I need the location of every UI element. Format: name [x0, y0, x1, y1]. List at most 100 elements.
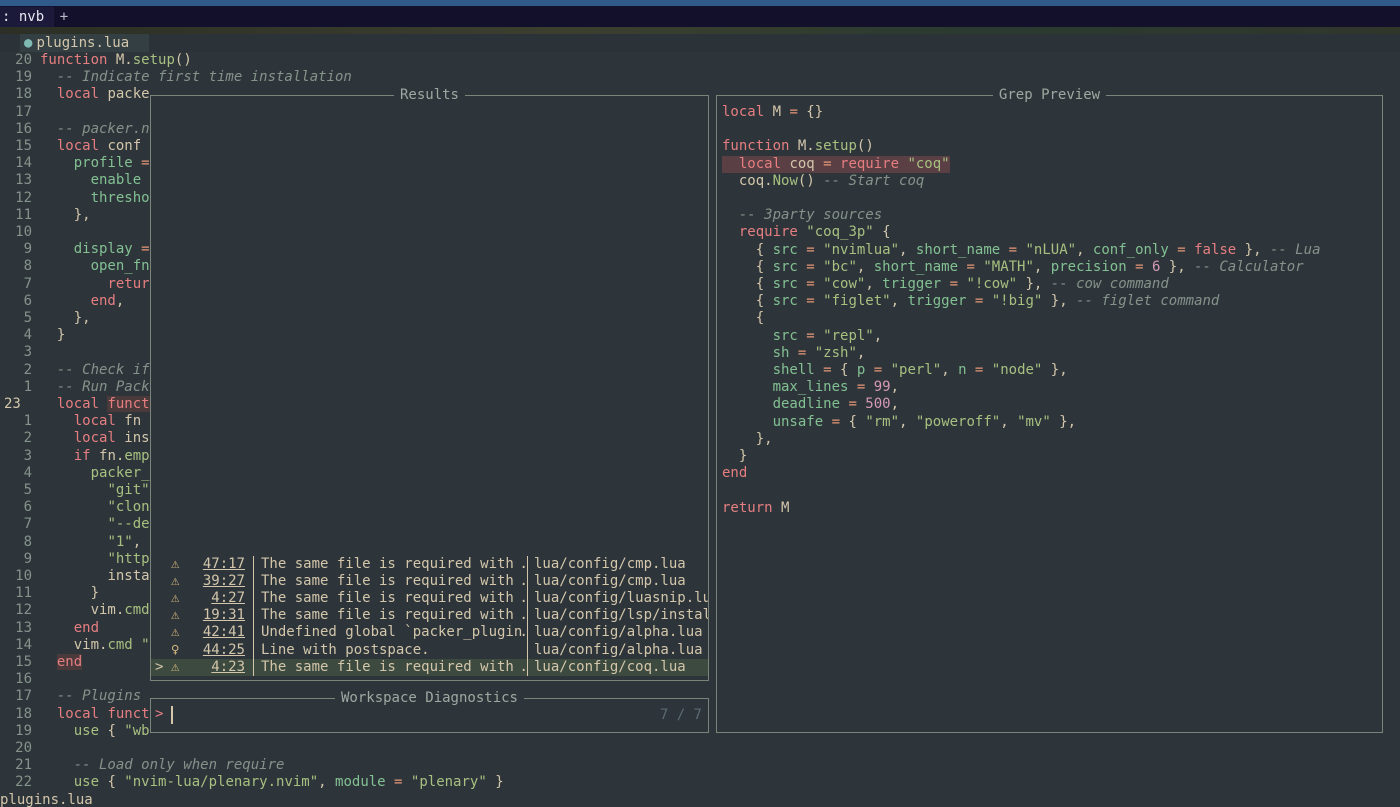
line-number: 12 [0, 602, 36, 619]
code-token: "mv" [1017, 414, 1051, 430]
code-token: Now [773, 173, 798, 189]
code-token [40, 516, 107, 532]
code-token: precision [1051, 259, 1135, 275]
column-separator [253, 556, 254, 573]
code-token [40, 465, 91, 481]
code-token: , [1000, 414, 1017, 430]
code-token [40, 534, 107, 550]
editor-line[interactable]: 20 [0, 740, 1400, 757]
preview-line: { src = "figlet", trigger = "!big" }, --… [722, 293, 1219, 310]
line-number: 9 [0, 241, 36, 258]
line-number: 17 [0, 104, 36, 121]
code-token [722, 362, 773, 378]
result-file: lua/config/alpha.lua [534, 624, 708, 641]
result-message: Undefined global `packer_plugin… [261, 624, 525, 641]
code-token: fn [99, 448, 116, 464]
code-token: } [40, 327, 65, 343]
line-code: }, [40, 310, 91, 327]
code-token: coq [722, 173, 764, 189]
line-code: use { "wb [40, 723, 150, 740]
code-token [40, 413, 74, 429]
line-code: } [40, 585, 99, 602]
code-token: = [806, 259, 814, 275]
line-code: -- Indicate first time installation [40, 69, 352, 86]
code-token [40, 190, 91, 206]
result-count: 7 / 7 [660, 707, 702, 724]
code-token: "wb [124, 723, 149, 739]
line-code: } [40, 327, 65, 344]
line-number: 6 [0, 499, 36, 516]
code-token [40, 138, 57, 154]
new-tab-button[interactable]: + [54, 7, 74, 27]
workspace-diagnostics-prompt[interactable]: Workspace Diagnostics > 7 / 7 [150, 698, 709, 733]
results-window[interactable]: Results ⚠47:17The same file is required … [150, 95, 709, 681]
line-code: use { "nvim-lua/plenary.nvim", module = … [40, 774, 504, 791]
line-number: 5 [0, 482, 36, 499]
code-token: { [840, 414, 865, 430]
code-token [40, 241, 74, 257]
code-token: , [133, 534, 141, 550]
code-token: "coq_3p" [806, 224, 873, 240]
result-position: 39:27 [189, 573, 245, 590]
line-number: 3 [0, 344, 36, 361]
code-token: , [899, 414, 916, 430]
code-token: = [1135, 259, 1143, 275]
code-token: = [806, 293, 814, 309]
terminal-tab-nvb[interactable]: : nvb [0, 7, 54, 27]
result-file: lua/config/alpha.lua [534, 642, 708, 659]
line-number: 9 [0, 551, 36, 568]
code-token: "nvimlua" [815, 242, 899, 258]
code-token: sh [773, 345, 798, 361]
code-token [40, 121, 57, 137]
preview-line: max_lines = 99, [722, 379, 899, 396]
line-number: 13 [0, 172, 36, 189]
editor-line[interactable]: 20function M.setup() [0, 52, 1400, 69]
code-token: vim [91, 602, 116, 618]
code-token: local [57, 396, 108, 412]
result-row[interactable]: ⚠19:31The same file is required with …lu… [151, 607, 708, 624]
result-row[interactable]: ⚠42:41Undefined global `packer_plugin…lu… [151, 624, 708, 641]
code-token: "http [107, 551, 149, 567]
code-token: , [1034, 259, 1051, 275]
code-token: -- Indicate first time installation [57, 69, 352, 85]
code-token: -- Check if [57, 362, 150, 378]
line-code: "1", [40, 534, 141, 551]
result-row[interactable]: >⚠4:23The same file is required with …lu… [151, 659, 708, 676]
result-row[interactable]: ♀44:25Line with postspace.lua/config/alp… [151, 642, 708, 659]
code-token [40, 293, 91, 309]
code-token: end [91, 293, 116, 309]
code-token: = [1177, 242, 1185, 258]
line-number: 23 [0, 396, 36, 413]
code-token: false [1186, 242, 1237, 258]
statusline: plugins.lua [0, 793, 1400, 807]
result-row[interactable]: ⚠39:27The same file is required with …lu… [151, 573, 708, 590]
hint-icon: ♀ [171, 642, 179, 659]
result-file: lua/config/coq.lua [534, 659, 708, 676]
code-token: { [722, 242, 773, 258]
editor-line[interactable]: 19 -- Indicate first time installation [0, 69, 1400, 86]
buffer-tab-plugins-lua[interactable]: ●plugins.lua [20, 34, 149, 52]
result-position: 47:17 [189, 556, 245, 573]
editor-line[interactable]: 22 use { "nvim-lua/plenary.nvim", module… [0, 774, 1400, 791]
editor-line[interactable]: 21 -- Load only when require [0, 757, 1400, 774]
preview-line: coq.Now() -- Start coq [722, 173, 924, 190]
code-token [40, 568, 107, 584]
code-token [722, 379, 773, 395]
prompt-input[interactable] [171, 706, 173, 724]
line-code: open_fn [40, 258, 150, 275]
code-token [40, 430, 74, 446]
results-title: Results [151, 87, 708, 103]
selection-caret: > [155, 659, 163, 676]
code-token: = [848, 396, 856, 412]
code-token: "nLUA" [1017, 242, 1076, 258]
result-row[interactable]: ⚠4:27The same file is required with …lua… [151, 590, 708, 607]
preview-line: } [722, 448, 747, 465]
result-row[interactable]: ⚠47:17The same file is required with …lu… [151, 556, 708, 573]
code-token: "--de [107, 516, 149, 532]
code-token: . [764, 173, 772, 189]
preview-line: { [722, 310, 764, 327]
code-token [722, 414, 773, 430]
code-token: { [722, 276, 773, 292]
code-token [40, 706, 57, 722]
line-number: 14 [0, 637, 36, 654]
